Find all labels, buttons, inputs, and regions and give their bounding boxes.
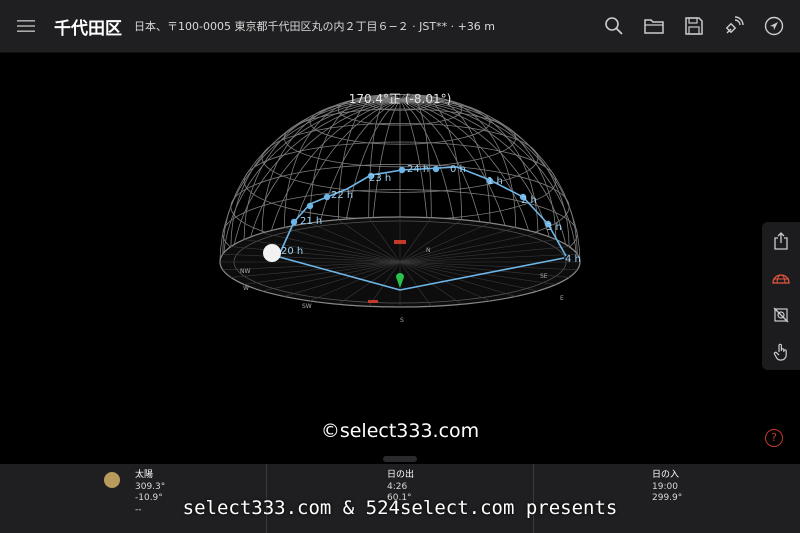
- hour-label: 23 h: [369, 173, 391, 184]
- location-address: 日本、〒100-0005 東京都千代田区丸の内２丁目６−２ · JST** · …: [134, 20, 496, 33]
- north-marker: [394, 240, 406, 244]
- share-button[interactable]: [762, 224, 800, 258]
- hour-label: 0 h: [450, 164, 466, 175]
- hour-label: 20 h: [281, 246, 303, 257]
- help-button[interactable]: ?: [765, 429, 783, 447]
- compass-label: S: [400, 317, 404, 324]
- sun-azimuth: 309.3°: [135, 481, 166, 492]
- satellite-icon: [725, 16, 744, 34]
- hour-label: 2 h: [521, 195, 537, 206]
- hour-label: 24 h: [407, 164, 429, 175]
- navigate-icon: [764, 16, 784, 36]
- hide-sun-button[interactable]: [762, 298, 800, 332]
- hour-marker-dot: [323, 193, 331, 201]
- panel-grabber[interactable]: [383, 456, 417, 462]
- save-button[interactable]: [674, 0, 714, 52]
- compass-label: E: [560, 295, 564, 302]
- sun-icon: [104, 472, 120, 488]
- south-marker: [368, 300, 378, 303]
- sunrise-label: 日の出: [387, 470, 415, 480]
- compass-label: SW: [302, 303, 312, 310]
- sun-path-dome[interactable]: 20 h 21 h 22 h 23 h 24 h 0 h 1 h 2 h 3 h 4 h NW W N S…: [0, 52, 800, 464]
- sunrise-time: 4:26: [387, 481, 408, 492]
- save-icon: [685, 17, 703, 35]
- search-button[interactable]: [594, 0, 634, 52]
- navigate-button[interactable]: [754, 0, 794, 52]
- hour-label: 3 h: [546, 222, 562, 233]
- presents-watermark: select333.com & 524select.com presents: [182, 497, 618, 519]
- menu-button[interactable]: [0, 0, 52, 52]
- hand-icon: [773, 343, 787, 361]
- horizon-ring: [219, 216, 581, 308]
- compass-label: SE: [540, 273, 548, 280]
- side-tool-panel: [762, 222, 800, 370]
- sun-label: 太陽: [135, 470, 154, 480]
- dome-icon: [772, 273, 790, 284]
- watermark: ©select333.com: [320, 420, 480, 442]
- sunset-time: 19:00: [652, 481, 678, 492]
- sunset-label: 日の入: [652, 470, 680, 480]
- hour-marker-dot: [398, 166, 406, 174]
- compass-label: N: [426, 247, 431, 254]
- hide-sun-icon: [773, 307, 789, 322]
- satellite-button[interactable]: [714, 0, 754, 52]
- heading-readout: 170.4°正 (-8.01°): [348, 92, 452, 106]
- location-title: 千代田区: [54, 18, 122, 39]
- touch-mode-button[interactable]: [762, 335, 800, 369]
- hour-label: 22 h: [331, 190, 353, 201]
- menu-icon: [17, 20, 35, 32]
- share-icon: [774, 231, 788, 250]
- dome-toggle-button[interactable]: [762, 261, 800, 295]
- open-folder-button[interactable]: [634, 0, 674, 52]
- hour-marker-dot: [432, 165, 440, 173]
- top-toolbar: 千代田区 日本、〒100-0005 東京都千代田区丸の内２丁目６−２ · JST…: [0, 0, 800, 53]
- hour-label: 4 h: [565, 254, 581, 265]
- hour-label: 1 h: [487, 176, 503, 187]
- hour-marker-dot: [306, 202, 314, 210]
- search-icon: [605, 17, 623, 35]
- folder-icon: [644, 19, 664, 34]
- hour-marker-dot: [290, 218, 298, 226]
- hour-label: 21 h: [300, 216, 322, 227]
- compass-label: NW: [240, 268, 250, 275]
- compass-label: W: [243, 285, 249, 292]
- sun-path-dome-view[interactable]: 20 h 21 h 22 h 23 h 24 h 0 h 1 h 2 h 3 h 4 h NW W N S…: [0, 52, 800, 464]
- sun-icon-on-dome: [263, 244, 281, 262]
